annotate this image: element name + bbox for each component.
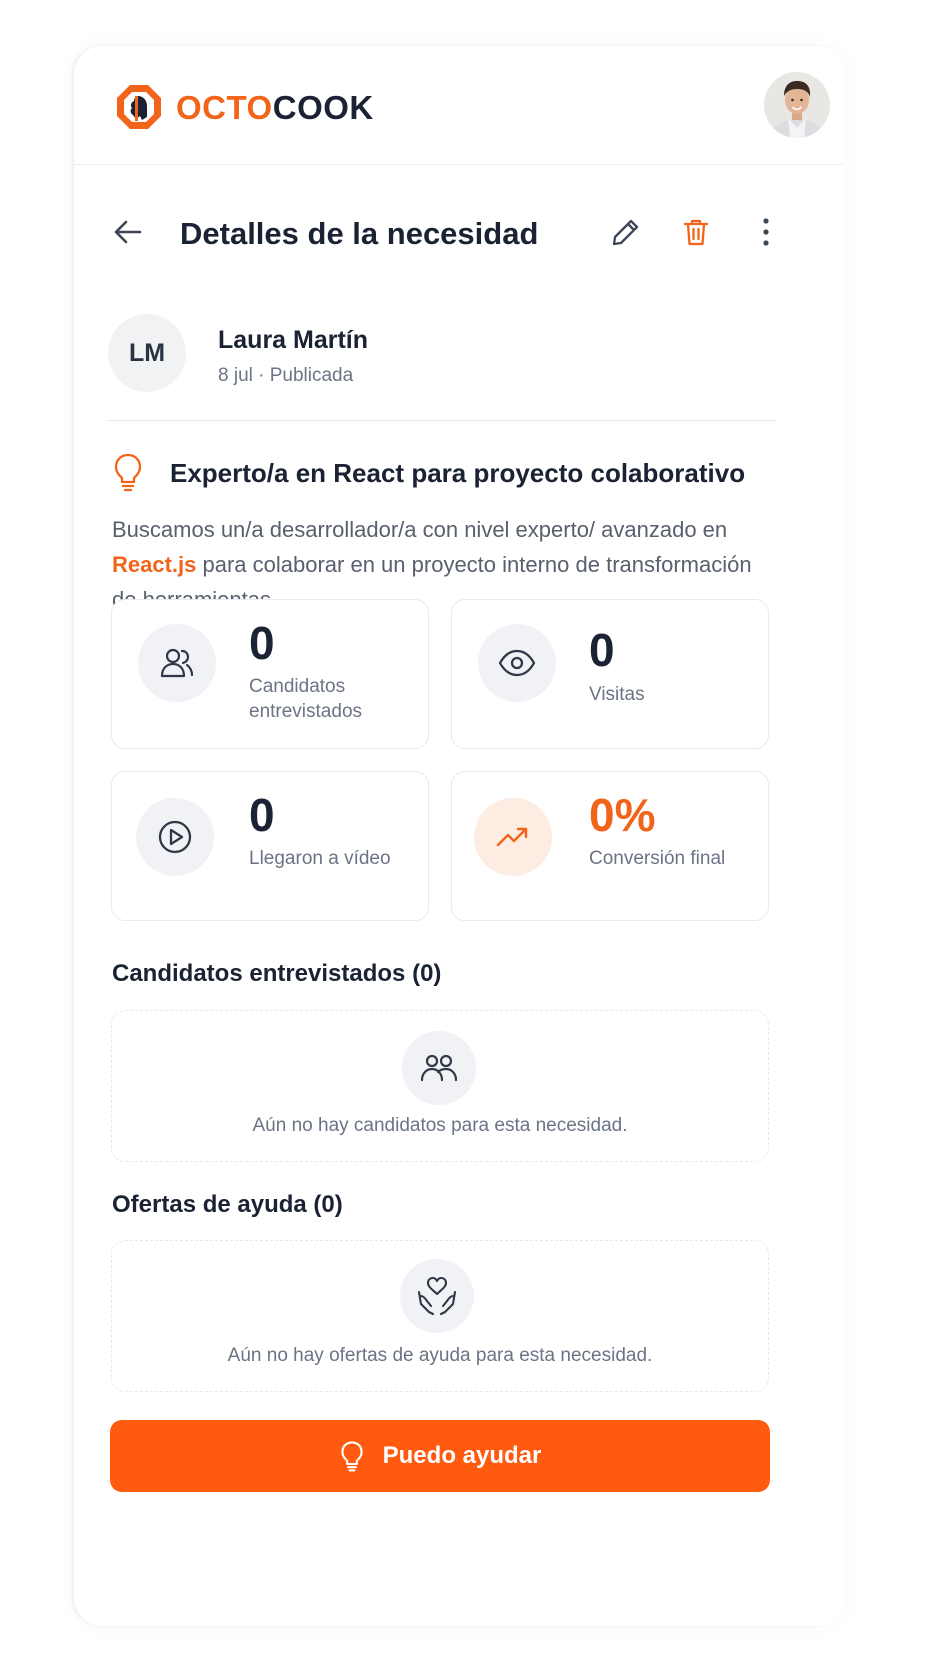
author-meta: 8 jul · Publicada bbox=[218, 365, 354, 386]
lightbulb-icon bbox=[114, 453, 142, 492]
more-options-button[interactable] bbox=[744, 210, 788, 254]
stat-label: Conversión final bbox=[589, 848, 726, 869]
stat-value: 0 bbox=[589, 624, 615, 676]
need-title: Experto/a en React para proyecto colabor… bbox=[170, 458, 746, 488]
empty-icon-circle bbox=[402, 1031, 476, 1105]
users-icon bbox=[420, 1054, 458, 1082]
candidates-empty-text: Aún no hay candidatos para esta necesida… bbox=[252, 1115, 628, 1136]
description-text-start: Buscamos un/a desarrollador/a con nivel … bbox=[112, 517, 728, 542]
play-circle-icon bbox=[158, 820, 192, 854]
trending-up-icon bbox=[496, 827, 528, 847]
page-title: Detalles de la necesidad bbox=[180, 216, 539, 251]
helping-hands-heart-icon bbox=[417, 1276, 457, 1316]
edit-button[interactable] bbox=[604, 210, 648, 254]
page-header: Detalles de la necesidad bbox=[108, 204, 808, 264]
need-title-row: Experto/a en React para proyecto colabor… bbox=[112, 452, 812, 496]
stat-label: Llegaron a vídeo bbox=[249, 848, 391, 869]
stat-card-candidates: 0 Candidatos entrevistados bbox=[111, 599, 429, 749]
candidates-empty-state: Aún no hay candidatos para esta necesida… bbox=[111, 1010, 769, 1162]
empty-icon-circle bbox=[400, 1259, 474, 1333]
delete-button[interactable] bbox=[674, 210, 718, 254]
stat-value: 0 bbox=[249, 789, 275, 841]
pencil-icon bbox=[612, 219, 639, 246]
author-row: LM Laura Martín 8 jul · Publicada bbox=[108, 312, 776, 421]
author-initials-avatar: LM bbox=[108, 314, 186, 392]
help-cta-label: Puedo ayudar bbox=[382, 1442, 542, 1469]
octocook-logo[interactable]: OCTOCOOK bbox=[116, 84, 374, 130]
stat-card-conversion: 0% Conversión final bbox=[451, 771, 769, 921]
offers-empty-text: Aún no hay ofertas de ayuda para esta ne… bbox=[227, 1345, 653, 1366]
stat-icon-circle bbox=[138, 624, 216, 702]
author-name: Laura Martín bbox=[218, 326, 369, 354]
users-icon bbox=[160, 648, 194, 678]
more-vertical-icon bbox=[763, 218, 769, 246]
octocook-logo-icon bbox=[117, 85, 161, 129]
eye-icon bbox=[498, 649, 536, 677]
stat-icon-circle bbox=[136, 798, 214, 876]
need-details-card: OCTOCOOK Detalles de la necesidad LM Lau… bbox=[74, 46, 844, 1626]
stat-icon-circle bbox=[478, 624, 556, 702]
stat-label: Candidatos entrevistados bbox=[249, 676, 363, 722]
stat-value: 0 bbox=[249, 617, 275, 669]
lightbulb-icon bbox=[341, 1441, 363, 1472]
help-cta-button[interactable]: Puedo ayudar bbox=[110, 1420, 770, 1492]
candidates-section-title: Candidatos entrevistados (0) bbox=[112, 960, 442, 987]
description-highlight: React.js bbox=[112, 552, 197, 577]
arrow-left-icon bbox=[114, 220, 142, 244]
offers-empty-state: Aún no hay ofertas de ayuda para esta ne… bbox=[111, 1240, 769, 1392]
stat-card-visits: 0 Visitas bbox=[451, 599, 769, 749]
stat-card-video: 0 Llegaron a vídeo bbox=[111, 771, 429, 921]
trash-icon bbox=[683, 219, 709, 246]
offers-section-title: Ofertas de ayuda (0) bbox=[112, 1191, 343, 1218]
stat-label: Visitas bbox=[589, 684, 645, 705]
user-avatar[interactable] bbox=[764, 72, 830, 138]
brand-name-part1: OCTO bbox=[176, 88, 273, 126]
brand-name-part2: COOK bbox=[272, 88, 374, 126]
back-button[interactable] bbox=[108, 212, 148, 252]
stat-icon-circle bbox=[474, 798, 552, 876]
top-bar: OCTOCOOK bbox=[74, 46, 844, 165]
stat-value: 0% bbox=[589, 789, 656, 841]
